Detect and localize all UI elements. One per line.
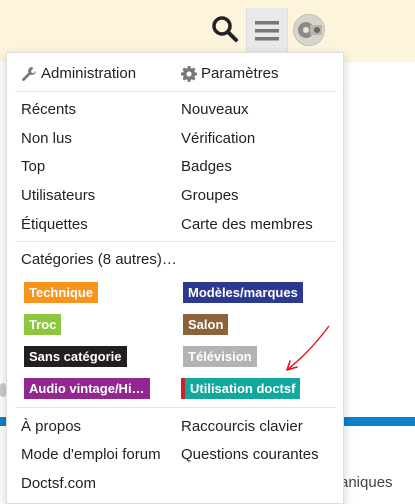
link-groups[interactable]: Groupes [181, 187, 239, 204]
gear-icon [181, 65, 197, 82]
search-icon [212, 16, 238, 42]
link-users[interactable]: Utilisateurs [21, 187, 95, 204]
search-button[interactable] [205, 8, 245, 50]
link-tags[interactable]: Étiquettes [21, 216, 88, 233]
link-about[interactable]: À propos [21, 418, 81, 435]
link-unread[interactable]: Non lus [21, 130, 72, 147]
category-badge-utilisation-doctsf[interactable]: Utilisation doctsf [185, 378, 301, 399]
link-keyboard-shortcuts[interactable]: Raccourcis clavier [181, 418, 303, 435]
link-member-map[interactable]: Carte des membres [181, 216, 313, 233]
category-badge-television[interactable]: Télévision [183, 346, 257, 367]
admin-label: Administration [41, 65, 137, 82]
category-badge-sans-categorie[interactable]: Sans catégorie [24, 346, 127, 367]
settings-label: Paramètres [201, 65, 279, 82]
link-review[interactable]: Vérification [181, 130, 255, 147]
settings-link[interactable]: Paramètres [181, 65, 279, 82]
link-forum-guide[interactable]: Mode d'emploi forum [21, 446, 161, 463]
category-badge-technique[interactable]: Technique [24, 282, 99, 303]
separator [15, 407, 337, 408]
separator [15, 241, 337, 242]
separator [15, 91, 337, 92]
category-badge-audio-vintage[interactable]: Audio vintage/Hi… [24, 378, 150, 399]
hamburger-dropdown-panel: Administration Paramètres Récents Non lu… [6, 52, 344, 504]
category-badge-modeles-marques[interactable]: Modèles/marques [183, 282, 303, 303]
link-faq[interactable]: Questions courantes [181, 446, 319, 463]
link-new[interactable]: Nouveaux [181, 101, 249, 118]
link-badges[interactable]: Badges [181, 158, 232, 175]
admin-link[interactable]: Administration [21, 65, 136, 82]
background-partial-text: aniques [340, 474, 393, 491]
hamburger-menu-button[interactable] [246, 8, 288, 54]
link-recents[interactable]: Récents [21, 101, 76, 118]
category-badge-troc[interactable]: Troc [24, 314, 62, 335]
hamburger-icon [255, 21, 279, 41]
user-avatar[interactable] [293, 14, 325, 46]
avatar-image [294, 15, 324, 45]
link-doctsf-com[interactable]: Doctsf.com [21, 475, 96, 492]
link-top[interactable]: Top [21, 158, 45, 175]
annotation-arrow-icon [286, 325, 330, 371]
categories-title-link[interactable]: Catégories (8 autres)… [21, 251, 177, 268]
category-badge-salon[interactable]: Salon [183, 314, 229, 335]
wrench-icon [22, 66, 36, 81]
